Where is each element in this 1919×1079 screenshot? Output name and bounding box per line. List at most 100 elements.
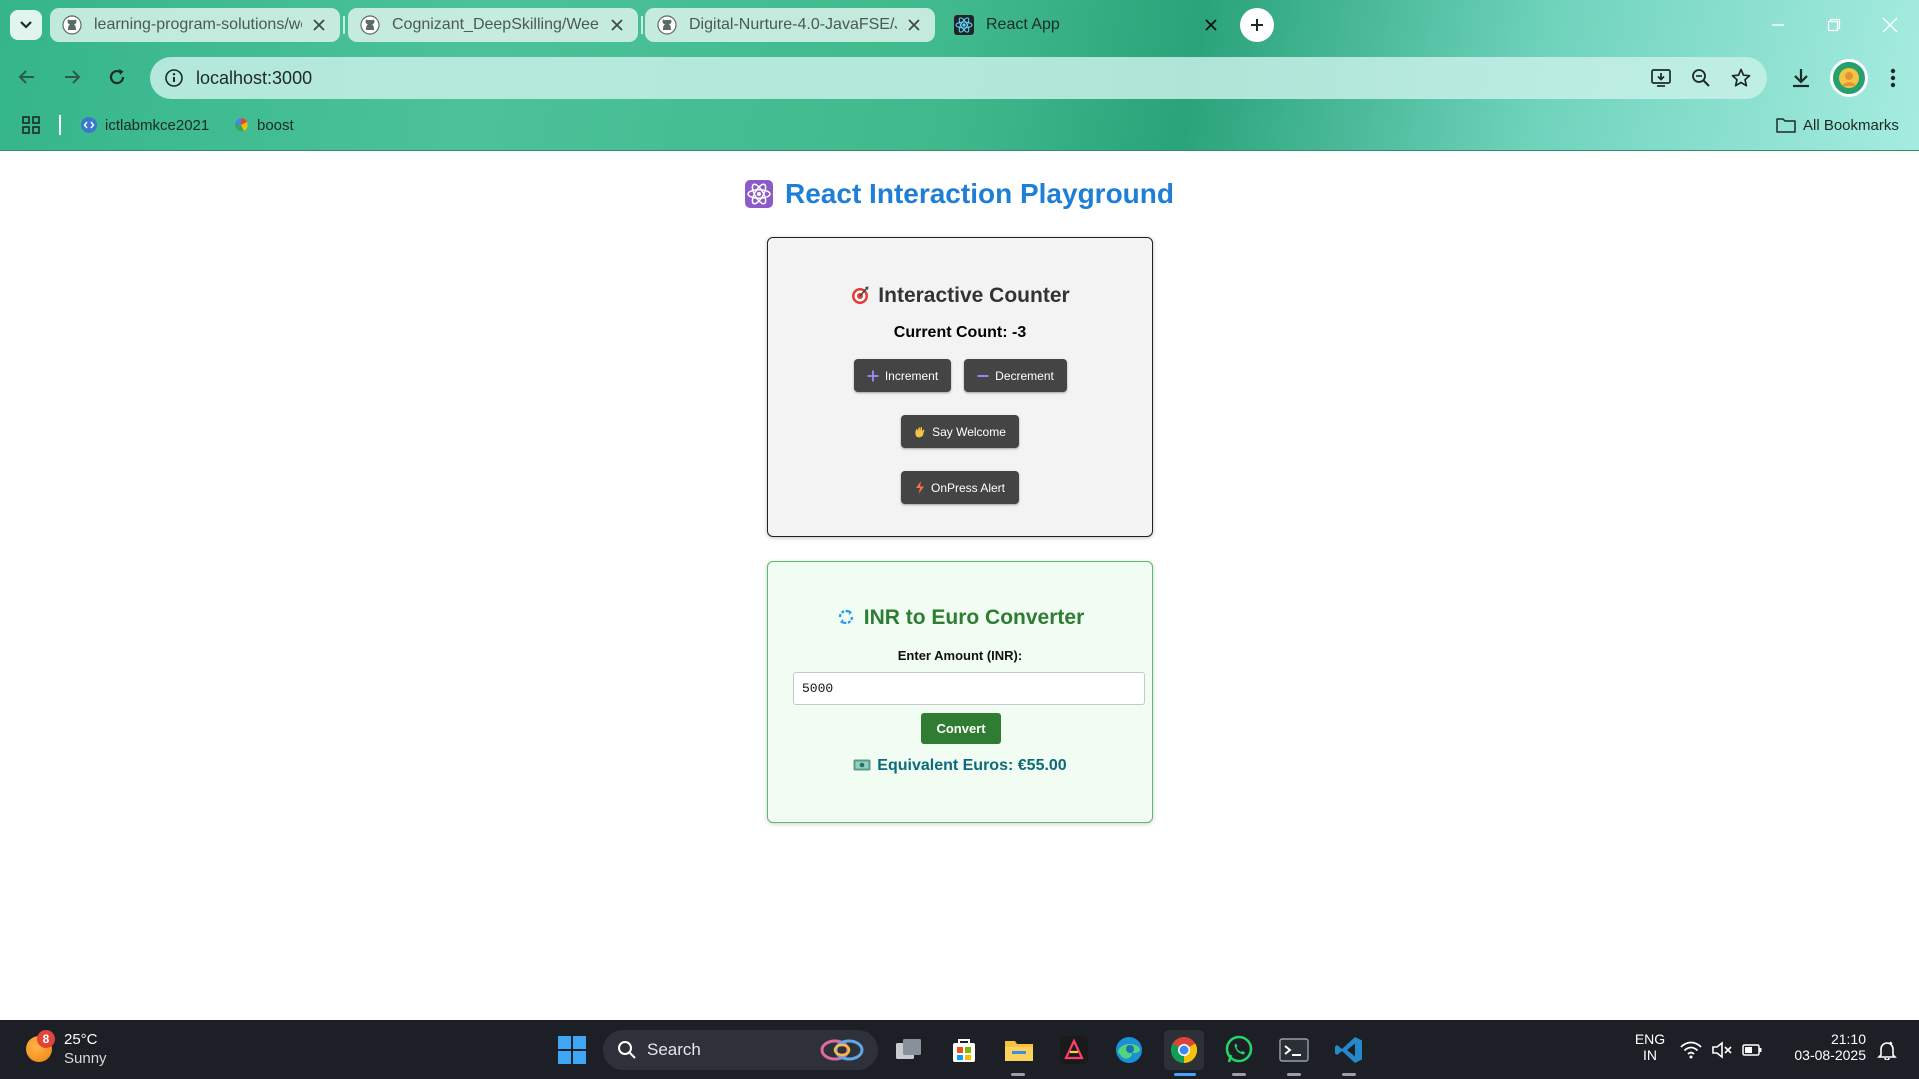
tab-learning-program[interactable]: learning-program-solutions/we (50, 8, 340, 42)
profile-avatar[interactable] (1830, 59, 1868, 97)
convert-button[interactable]: Convert (921, 713, 1001, 744)
plus-icon (867, 370, 879, 382)
taskbar-search[interactable]: Search (603, 1030, 878, 1070)
folder-icon (1776, 117, 1796, 133)
converter-heading-text: INR to Euro Converter (863, 606, 1085, 629)
count-label: Current Count: (893, 324, 1008, 341)
page-title: React Interaction Playground (0, 178, 1919, 215)
weather-condition: Sunny (64, 1050, 107, 1067)
github-icon (360, 15, 380, 35)
forward-button[interactable] (54, 59, 90, 95)
github-icon (657, 15, 677, 35)
vscode-icon[interactable] (1329, 1030, 1369, 1070)
restore-icon (1827, 18, 1841, 32)
say-welcome-button[interactable]: Say Welcome (901, 415, 1019, 448)
apps-grid-icon[interactable] (22, 113, 40, 137)
notifications-icon[interactable] (1870, 1030, 1904, 1070)
tab-title: Digital-Nurture-4.0-JavaFSE/Jav (689, 16, 897, 33)
bookmark-label: ictlabmkce2021 (105, 116, 210, 134)
bookmark-boost[interactable]: boost (232, 113, 294, 137)
microsoft-store-icon[interactable] (944, 1030, 984, 1070)
minus-icon (977, 370, 989, 382)
close-icon (1882, 17, 1898, 33)
bookmarks-divider (59, 115, 61, 135)
counter-heading-text: Interactive Counter (878, 284, 1070, 307)
minimize-icon (1772, 24, 1784, 26)
restore-button[interactable] (1806, 0, 1862, 50)
zoom-icon[interactable] (1687, 64, 1715, 92)
money-icon (853, 758, 871, 777)
close-icon[interactable] (608, 16, 626, 34)
close-icon[interactable] (1202, 16, 1220, 34)
terminal-icon[interactable] (1274, 1030, 1314, 1070)
all-bookmarks-label: All Bookmarks (1803, 116, 1899, 134)
current-count: Current Count: -3 (768, 324, 1152, 342)
bookmark-label: boost (257, 116, 294, 134)
code-icon (80, 116, 98, 134)
bookmark-ictlabmkce2021[interactable]: ictlabmkce2021 (80, 113, 209, 137)
running-indicator (1232, 1073, 1246, 1076)
url-text[interactable]: localhost:3000 (196, 68, 312, 89)
github-icon (62, 15, 82, 35)
equivalent-euros-result: Equivalent Euros: €55.00 (768, 757, 1152, 777)
clock-date: 03-08-2025 (1794, 1047, 1866, 1063)
google-icon (232, 116, 250, 134)
downloads-icon[interactable] (1784, 61, 1818, 95)
tab-title: Cognizant_DeepSkilling/Week_ (392, 16, 600, 33)
amount-label: Enter Amount (INR): (897, 648, 1023, 663)
copilot-icon (818, 1037, 866, 1068)
increment-button[interactable]: Increment (854, 359, 951, 392)
onpress-alert-button[interactable]: OnPress Alert (901, 471, 1019, 504)
tab-react-app[interactable]: React App (942, 8, 1232, 42)
address-bar[interactable]: localhost:3000 (150, 57, 1767, 99)
tab-search-button[interactable] (10, 10, 42, 40)
tab-digital-nurture[interactable]: Digital-Nurture-4.0-JavaFSE/Jav (645, 8, 935, 42)
menu-kebab-icon[interactable] (1876, 61, 1910, 95)
close-icon[interactable] (905, 16, 923, 34)
edge-icon[interactable] (1109, 1030, 1149, 1070)
target-icon (850, 285, 870, 311)
file-explorer-icon[interactable] (999, 1030, 1039, 1070)
onpress-alert-label: OnPress Alert (930, 480, 1006, 495)
reload-button[interactable] (99, 59, 135, 95)
chevron-down-icon (20, 21, 32, 29)
close-icon[interactable] (310, 16, 328, 34)
running-indicator (1287, 1073, 1301, 1076)
new-tab-button[interactable] (1240, 8, 1274, 42)
language-indicator[interactable]: ENG IN (1625, 1031, 1675, 1063)
waving-hand-icon (914, 426, 926, 438)
adobe-icon[interactable] (1054, 1030, 1094, 1070)
currency-exchange-icon (836, 607, 856, 633)
whatsapp-icon[interactable] (1219, 1030, 1259, 1070)
muted-speaker-icon (1712, 1041, 1732, 1059)
plus-icon (1251, 19, 1263, 31)
all-bookmarks-button[interactable]: All Bookmarks (1776, 113, 1899, 137)
tab-strip: learning-program-solutions/we Cognizant_… (0, 0, 1919, 50)
amount-input[interactable] (793, 672, 1145, 705)
site-info-icon[interactable] (160, 64, 188, 92)
tab-cognizant-deepskilling[interactable]: Cognizant_DeepSkilling/Week_ (348, 8, 638, 42)
decrement-button[interactable]: Decrement (964, 359, 1067, 392)
tab-title: learning-program-solutions/we (94, 16, 302, 33)
chrome-icon[interactable] (1164, 1030, 1204, 1070)
count-value: -3 (1011, 324, 1027, 341)
windows-start-icon[interactable] (552, 1030, 592, 1070)
close-window-button[interactable] (1862, 0, 1918, 50)
result-label: Equivalent Euros: (877, 757, 1014, 774)
minimize-button[interactable] (1750, 0, 1806, 50)
windows-taskbar: 8 25°C Sunny Search ENG IN 21:10 03-08-2… (0, 1020, 1919, 1079)
notification-badge: 8 (37, 1030, 55, 1048)
weather-temp: 25°C (64, 1031, 98, 1048)
clock-time: 21:10 (1830, 1031, 1866, 1047)
browser-chrome: learning-program-solutions/we Cognizant_… (0, 0, 1919, 151)
arrow-left-icon (18, 70, 34, 84)
converter-card: INR to Euro Converter Enter Amount (INR)… (767, 561, 1153, 823)
install-app-icon[interactable] (1647, 64, 1675, 92)
system-tray-status[interactable] (1676, 1030, 1766, 1070)
task-view-icon[interactable] (889, 1030, 929, 1070)
arrow-right-icon (65, 70, 81, 84)
active-indicator (1174, 1073, 1196, 1076)
clock[interactable]: 21:10 03-08-2025 (1780, 1031, 1866, 1063)
back-button[interactable] (9, 59, 45, 95)
bookmark-star-icon[interactable] (1727, 64, 1755, 92)
